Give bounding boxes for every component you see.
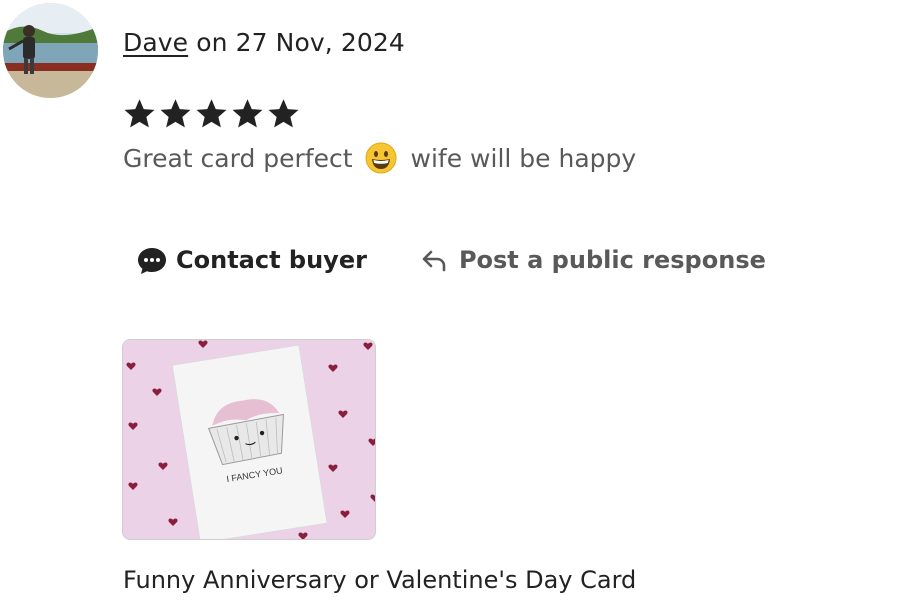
product-image-link[interactable]: I FANCY YOU: [122, 339, 376, 540]
star-icon: [268, 99, 299, 128]
reviewer-name-link[interactable]: Dave: [123, 28, 188, 57]
review-text: Great card perfect wife will be happy: [123, 142, 636, 174]
star-rating: [123, 97, 300, 130]
star-icon: [124, 99, 155, 128]
review-date: on 27 Nov, 2024: [196, 28, 405, 57]
grinning-face-icon: [365, 142, 397, 174]
star-icon: [196, 99, 227, 128]
chat-bubble-icon: [136, 244, 168, 276]
post-public-response-label: Post a public response: [458, 246, 766, 274]
contact-buyer-label: Contact buyer: [176, 246, 367, 274]
post-public-response-button[interactable]: Post a public response: [419, 244, 766, 276]
review-text-after: wife will be happy: [410, 143, 637, 173]
star-icon: [232, 99, 263, 128]
review-text-before: Great card perfect: [123, 143, 353, 173]
product-title[interactable]: Funny Anniversary or Valentine's Day Car…: [123, 566, 636, 594]
reply-arrow-icon: [419, 244, 449, 276]
review-actions: Contact buyer Post a public response: [136, 244, 766, 276]
reviewer-avatar: [3, 3, 98, 98]
contact-buyer-button[interactable]: Contact buyer: [136, 244, 367, 276]
star-icon: [160, 99, 191, 128]
review-header: Dave on 27 Nov, 2024: [123, 28, 405, 57]
